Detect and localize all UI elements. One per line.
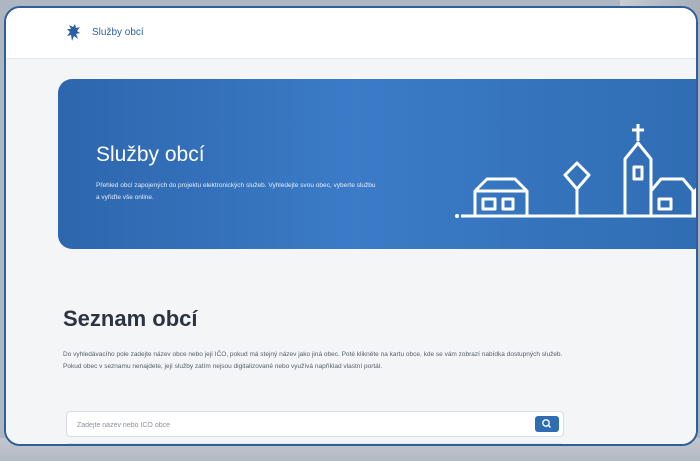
top-navigation-bar: Služby obcí [6, 8, 696, 59]
hero-banner: Služby obcí Přehled obcí zapojených do p… [58, 79, 696, 249]
hero-description: Přehled obcí zapojených do projektu elek… [96, 181, 376, 201]
section-description: Do vyhledávacího pole zadejte název obce… [63, 350, 563, 370]
section-title: Seznam obcí [63, 306, 198, 332]
app-title-link[interactable]: Služby obcí [92, 27, 144, 38]
search-box [66, 411, 564, 437]
browser-window: Služby obcí Služby obcí Přehled obcí zap… [4, 6, 698, 446]
search-button[interactable] [535, 416, 559, 432]
search-input[interactable] [75, 416, 519, 434]
hero-title: Služby obcí [96, 143, 205, 167]
village-illustration-icon [455, 124, 696, 218]
coat-of-arms-icon[interactable] [66, 23, 82, 43]
search-icon [542, 419, 551, 428]
main-content: Služby obcí Přehled obcí zapojených do p… [6, 59, 696, 444]
municipality-card[interactable] [66, 443, 564, 444]
